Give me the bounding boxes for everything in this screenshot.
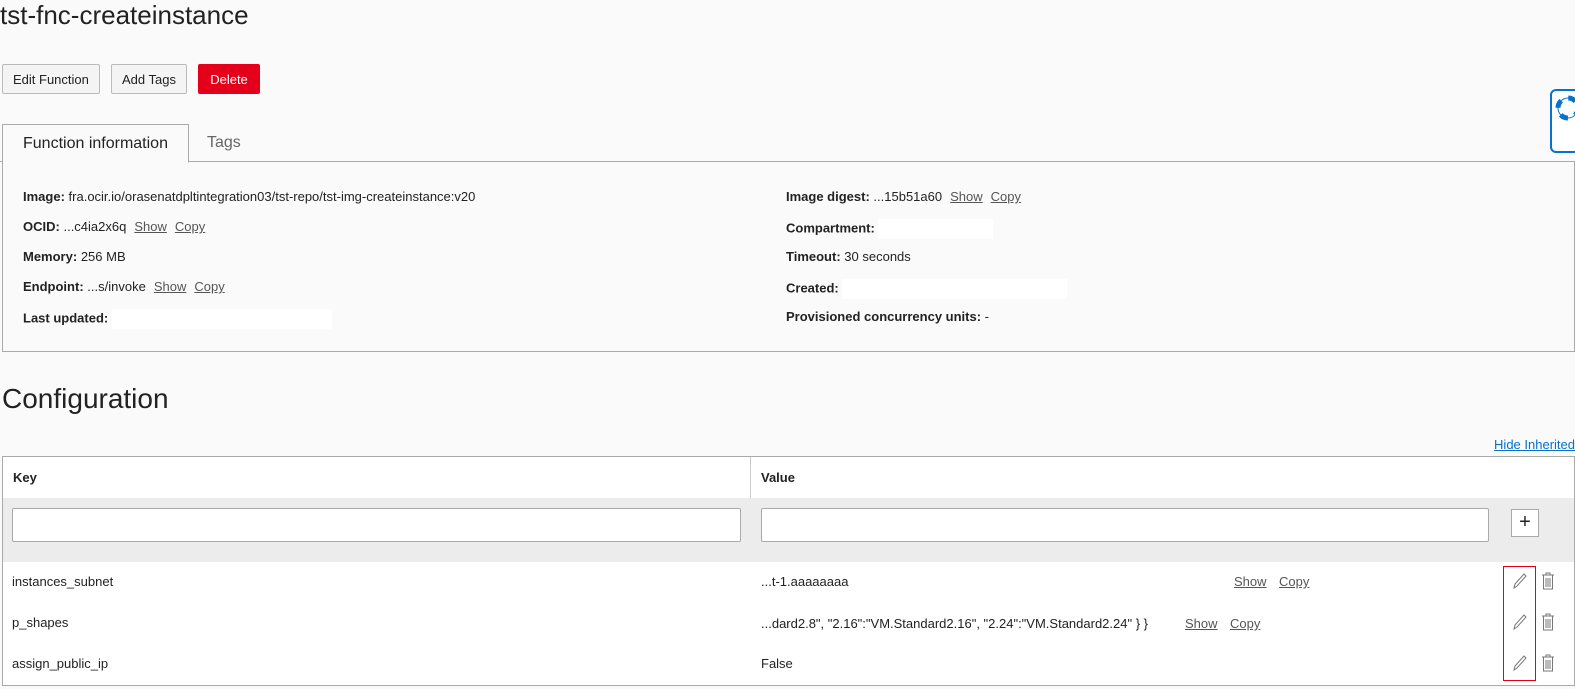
function-info-panel: Image: fra.ocir.io/orasenatdpltintegrati…	[2, 161, 1575, 352]
digest-label: Image digest:	[786, 189, 870, 204]
redacted-value	[842, 279, 1068, 299]
image-label: Image:	[23, 189, 65, 204]
row-copy-link[interactable]: Copy	[1230, 616, 1260, 631]
page-title: tst-fnc-createinstance	[0, 0, 249, 30]
endpoint-value: ...s/invoke	[87, 279, 146, 294]
ocid-copy-link[interactable]: Copy	[175, 219, 205, 234]
lifebuoy-icon	[1555, 95, 1575, 121]
redacted-value	[111, 309, 332, 329]
endpoint-show-link[interactable]: Show	[154, 279, 187, 294]
ocid-show-link[interactable]: Show	[134, 219, 167, 234]
value-column-header: Value	[761, 470, 795, 485]
edit-function-button[interactable]: Edit Function	[2, 64, 100, 94]
pcu-value: -	[984, 309, 990, 324]
memory-label: Memory:	[23, 249, 78, 264]
row-value: ...t-1.aaaaaaaa	[761, 574, 849, 589]
configuration-heading: Configuration	[2, 383, 169, 414]
add-tags-button[interactable]: Add Tags	[111, 64, 187, 94]
digest-copy-link[interactable]: Copy	[991, 189, 1021, 204]
endpoint-copy-link[interactable]: Copy	[194, 279, 224, 294]
row-show-link[interactable]: Show	[1185, 616, 1218, 631]
endpoint-label: Endpoint:	[23, 279, 84, 294]
row-value: False	[761, 656, 793, 671]
row-copy-link[interactable]: Copy	[1279, 574, 1309, 589]
tab-function-information[interactable]: Function information	[2, 124, 189, 163]
row-value: ...dard2.8", "2.16":"VM.Standard2.16", "…	[761, 616, 1148, 631]
created-label: Created:	[786, 280, 839, 296]
timeout-label: Timeout:	[786, 249, 841, 264]
trash-icon[interactable]	[1539, 653, 1557, 673]
row-show-link[interactable]: Show	[1234, 574, 1267, 589]
new-value-input[interactable]	[761, 508, 1489, 542]
timeout-value: 30 seconds	[844, 249, 911, 264]
edit-pencil-icon[interactable]	[1511, 653, 1529, 673]
row-key: instances_subnet	[12, 574, 114, 589]
configuration-table: Key Value + instances_subnet ...t-1.aaaa…	[2, 456, 1575, 686]
trash-icon[interactable]	[1539, 612, 1557, 632]
new-entry-row: +	[3, 498, 1574, 562]
delete-button[interactable]: Delete	[198, 64, 260, 94]
ocid-value: ...c4ia2x6q	[63, 219, 127, 234]
edit-pencil-icon[interactable]	[1511, 612, 1529, 632]
pcu-label: Provisioned concurrency units:	[786, 309, 982, 324]
tab-tags[interactable]: Tags	[187, 124, 261, 162]
row-key: p_shapes	[12, 615, 69, 630]
hide-inherited-link[interactable]: Hide Inherited	[1494, 437, 1575, 452]
tab-bar: Function information Tags	[0, 124, 1575, 163]
add-entry-button[interactable]: +	[1511, 509, 1539, 537]
memory-value: 256 MB	[80, 249, 126, 264]
ocid-label: OCID:	[23, 219, 60, 234]
trash-icon[interactable]	[1539, 571, 1557, 591]
new-key-input[interactable]	[12, 508, 741, 542]
last-updated-label: Last updated:	[23, 310, 109, 326]
compartment-label: Compartment:	[786, 220, 875, 236]
digest-value: ...15b51a60	[873, 189, 943, 204]
redacted-value	[878, 219, 994, 239]
edit-pencil-icon[interactable]	[1511, 571, 1529, 591]
row-key: assign_public_ip	[12, 656, 109, 671]
image-value: fra.ocir.io/orasenatdpltintegration03/ts…	[68, 189, 476, 204]
key-column-header: Key	[3, 457, 751, 498]
digest-show-link[interactable]: Show	[950, 189, 983, 204]
